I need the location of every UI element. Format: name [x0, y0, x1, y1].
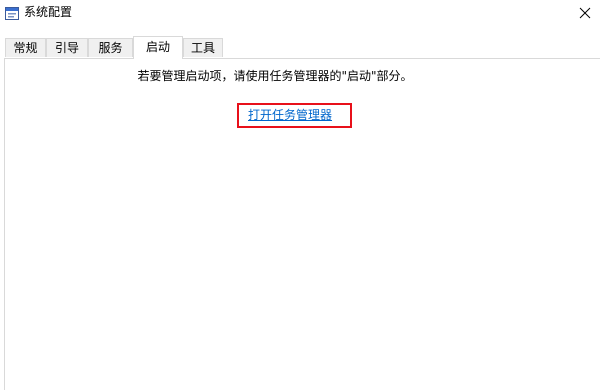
system-configuration-window: 系统配置 常规 引导 服务 启动 工具 若要管理启动项，请使用任务管理器的"启动…: [0, 0, 600, 390]
tab-strip: 常规 引导 服务 启动 工具: [0, 36, 600, 59]
startup-message: 若要管理启动项，请使用任务管理器的"启动"部分。: [137, 69, 413, 83]
tab-startup[interactable]: 启动: [133, 36, 183, 59]
tab-services[interactable]: 服务: [88, 38, 133, 57]
close-button[interactable]: [570, 0, 600, 26]
window-title: 系统配置: [24, 5, 73, 19]
title-bar: 系统配置: [0, 0, 600, 28]
close-icon: [579, 7, 591, 19]
tab-general[interactable]: 常规: [5, 38, 46, 57]
open-task-manager-link[interactable]: 打开任务管理器: [248, 107, 332, 123]
msconfig-icon: [5, 5, 19, 20]
tab-boot[interactable]: 引导: [46, 38, 88, 57]
tab-tools[interactable]: 工具: [183, 38, 223, 57]
